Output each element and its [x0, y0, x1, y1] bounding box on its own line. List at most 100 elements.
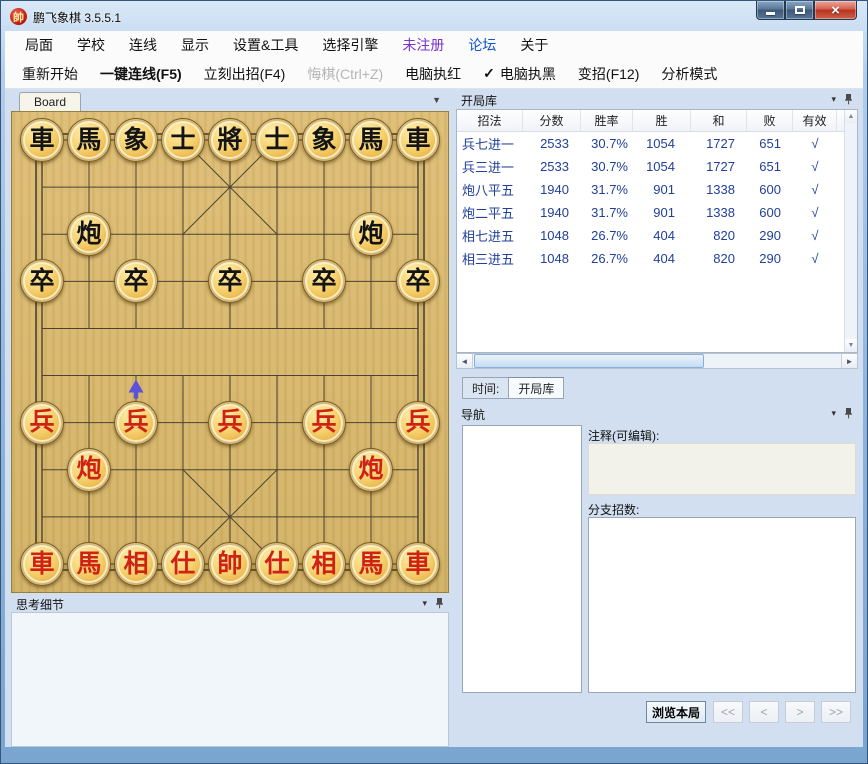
board-tab[interactable]: Board [19, 92, 81, 111]
menu-item-7[interactable]: 未注册 [390, 35, 456, 55]
nav-button-1[interactable]: << [713, 701, 743, 723]
scroll-left-icon[interactable]: ◄ [457, 354, 473, 368]
opening-move-row[interactable]: 兵七进一253330.7%10541727651√ [457, 132, 857, 155]
opening-cell: 1940 [523, 201, 581, 224]
opening-cell: 26.7% [581, 247, 633, 270]
piece-red[interactable]: 相 [302, 542, 346, 586]
piece-black[interactable]: 馬 [67, 118, 111, 162]
opening-cell: 1048 [523, 247, 581, 270]
scroll-up-icon[interactable]: ▲ [845, 110, 857, 123]
toolbar-item-2[interactable]: 一键连线(F5) [89, 64, 193, 84]
nav-button-2[interactable]: < [749, 701, 779, 723]
piece-red[interactable]: 兵 [302, 401, 346, 445]
piece-black[interactable]: 炮 [67, 212, 111, 256]
opening-move-row[interactable]: 炮八平五194031.7%9011338600√ [457, 178, 857, 201]
piece-red[interactable]: 相 [114, 542, 158, 586]
maximize-button[interactable] [785, 1, 814, 20]
piece-black[interactable]: 炮 [349, 212, 393, 256]
piece-black[interactable]: 象 [302, 118, 346, 162]
menu-item-2[interactable]: 学校 [65, 35, 117, 55]
pin-icon[interactable] [844, 407, 853, 419]
piece-red[interactable]: 馬 [349, 542, 393, 586]
piece-red[interactable]: 兵 [20, 401, 64, 445]
close-button[interactable]: × [814, 1, 857, 20]
piece-red[interactable]: 馬 [67, 542, 111, 586]
piece-black[interactable]: 卒 [114, 259, 158, 303]
pin-icon[interactable] [435, 597, 444, 609]
column-header-7[interactable]: 有效 [793, 110, 837, 131]
opening-move-row[interactable]: 相七进五104826.7%404820290√ [457, 224, 857, 247]
collapse-icon[interactable]: ▾ [831, 93, 836, 105]
menu-item-6[interactable]: 选择引擎 [310, 35, 390, 55]
menu-item-3[interactable]: 连线 [117, 35, 169, 55]
scroll-down-icon[interactable]: ▼ [845, 339, 857, 352]
piece-red[interactable]: 仕 [255, 542, 299, 586]
menu-item-5[interactable]: 设置&工具 [221, 35, 310, 55]
opening-cell: 2533 [523, 155, 581, 178]
piece-black[interactable]: 卒 [208, 259, 252, 303]
piece-black[interactable]: 士 [161, 118, 205, 162]
piece-red[interactable]: 兵 [208, 401, 252, 445]
minimize-button[interactable] [756, 1, 785, 20]
column-header-4[interactable]: 胜 [633, 110, 691, 131]
column-header-3[interactable]: 胜率 [581, 110, 633, 131]
menu-item-1[interactable]: 局面 [13, 35, 65, 55]
toolbar-item-label: 电脑执黑 [500, 64, 556, 84]
collapse-icon[interactable]: ▾ [422, 597, 427, 609]
toolbar-item-label: 变招(F12) [578, 64, 639, 84]
browse-game-button[interactable]: 浏览本局 [646, 701, 706, 723]
piece-red[interactable]: 帥 [208, 542, 252, 586]
toolbar-item-8[interactable]: 分析模式 [650, 64, 728, 84]
piece-black[interactable]: 卒 [396, 259, 440, 303]
bottom-tab-1[interactable]: 时间: [462, 377, 509, 399]
opening-cell: 1338 [691, 201, 747, 224]
scroll-right-icon[interactable]: ► [841, 354, 857, 368]
menu-item-9[interactable]: 关于 [508, 35, 560, 55]
menu-item-8[interactable]: 论坛 [456, 35, 508, 55]
toolbar-item-6[interactable]: ✓电脑执黑 [472, 64, 567, 84]
piece-black[interactable]: 士 [255, 118, 299, 162]
opening-move-row[interactable]: 兵三进一253330.7%10541727651√ [457, 155, 857, 178]
scrollbar-thumb[interactable] [474, 354, 704, 368]
column-header-2[interactable]: 分数 [523, 110, 581, 131]
piece-black[interactable]: 卒 [20, 259, 64, 303]
piece-red[interactable]: 炮 [67, 448, 111, 492]
piece-red[interactable]: 兵 [396, 401, 440, 445]
piece-red[interactable]: 兵 [114, 401, 158, 445]
title-bar[interactable]: 帥 鹏飞象棋 3.5.5.1 × [1, 1, 867, 31]
pin-icon[interactable] [844, 93, 853, 105]
vertical-scrollbar[interactable]: ▲ ▼ [844, 110, 857, 352]
column-header-1[interactable]: 招法 [457, 110, 523, 131]
nav-button-4[interactable]: >> [821, 701, 851, 723]
piece-red[interactable]: 車 [396, 542, 440, 586]
piece-black[interactable]: 將 [208, 118, 252, 162]
toolbar-item-7[interactable]: 变招(F12) [567, 64, 650, 84]
toolbar-item-4[interactable]: 悔棋(Ctrl+Z) [296, 64, 394, 84]
comment-editor[interactable] [588, 443, 856, 495]
opening-cell: 901 [633, 178, 691, 201]
board-area[interactable]: 車馬象士將士象馬車炮炮卒卒卒卒卒兵兵兵兵兵炮炮車馬相仕帥仕相馬車 [11, 111, 449, 593]
toolbar-item-3[interactable]: 立刻出招(F4) [193, 64, 297, 84]
bottom-tab-2[interactable]: 开局库 [508, 377, 564, 399]
opening-move-row[interactable]: 相三进五104826.7%404820290√ [457, 247, 857, 270]
piece-black[interactable]: 車 [396, 118, 440, 162]
piece-black[interactable]: 象 [114, 118, 158, 162]
piece-red[interactable]: 炮 [349, 448, 393, 492]
nav-button-3[interactable]: > [785, 701, 815, 723]
piece-red[interactable]: 仕 [161, 542, 205, 586]
collapse-icon[interactable]: ▾ [831, 407, 836, 419]
column-header-6[interactable]: 败 [747, 110, 793, 131]
column-header-5[interactable]: 和 [691, 110, 747, 131]
piece-black[interactable]: 車 [20, 118, 64, 162]
opening-move-row[interactable]: 炮二平五194031.7%9011338600√ [457, 201, 857, 224]
panel-menu-icon[interactable]: ▼ [432, 95, 441, 105]
toolbar-item-5[interactable]: 电脑执红 [394, 64, 472, 84]
menu-item-4[interactable]: 显示 [169, 35, 221, 55]
board-grid [12, 112, 448, 592]
piece-red[interactable]: 車 [20, 542, 64, 586]
toolbar-item-1[interactable]: 重新开始 [11, 64, 89, 84]
piece-black[interactable]: 卒 [302, 259, 346, 303]
horizontal-scrollbar[interactable]: ◄ ► [456, 353, 858, 369]
piece-black[interactable]: 馬 [349, 118, 393, 162]
toolbar-item-label: 立刻出招(F4) [204, 64, 286, 84]
